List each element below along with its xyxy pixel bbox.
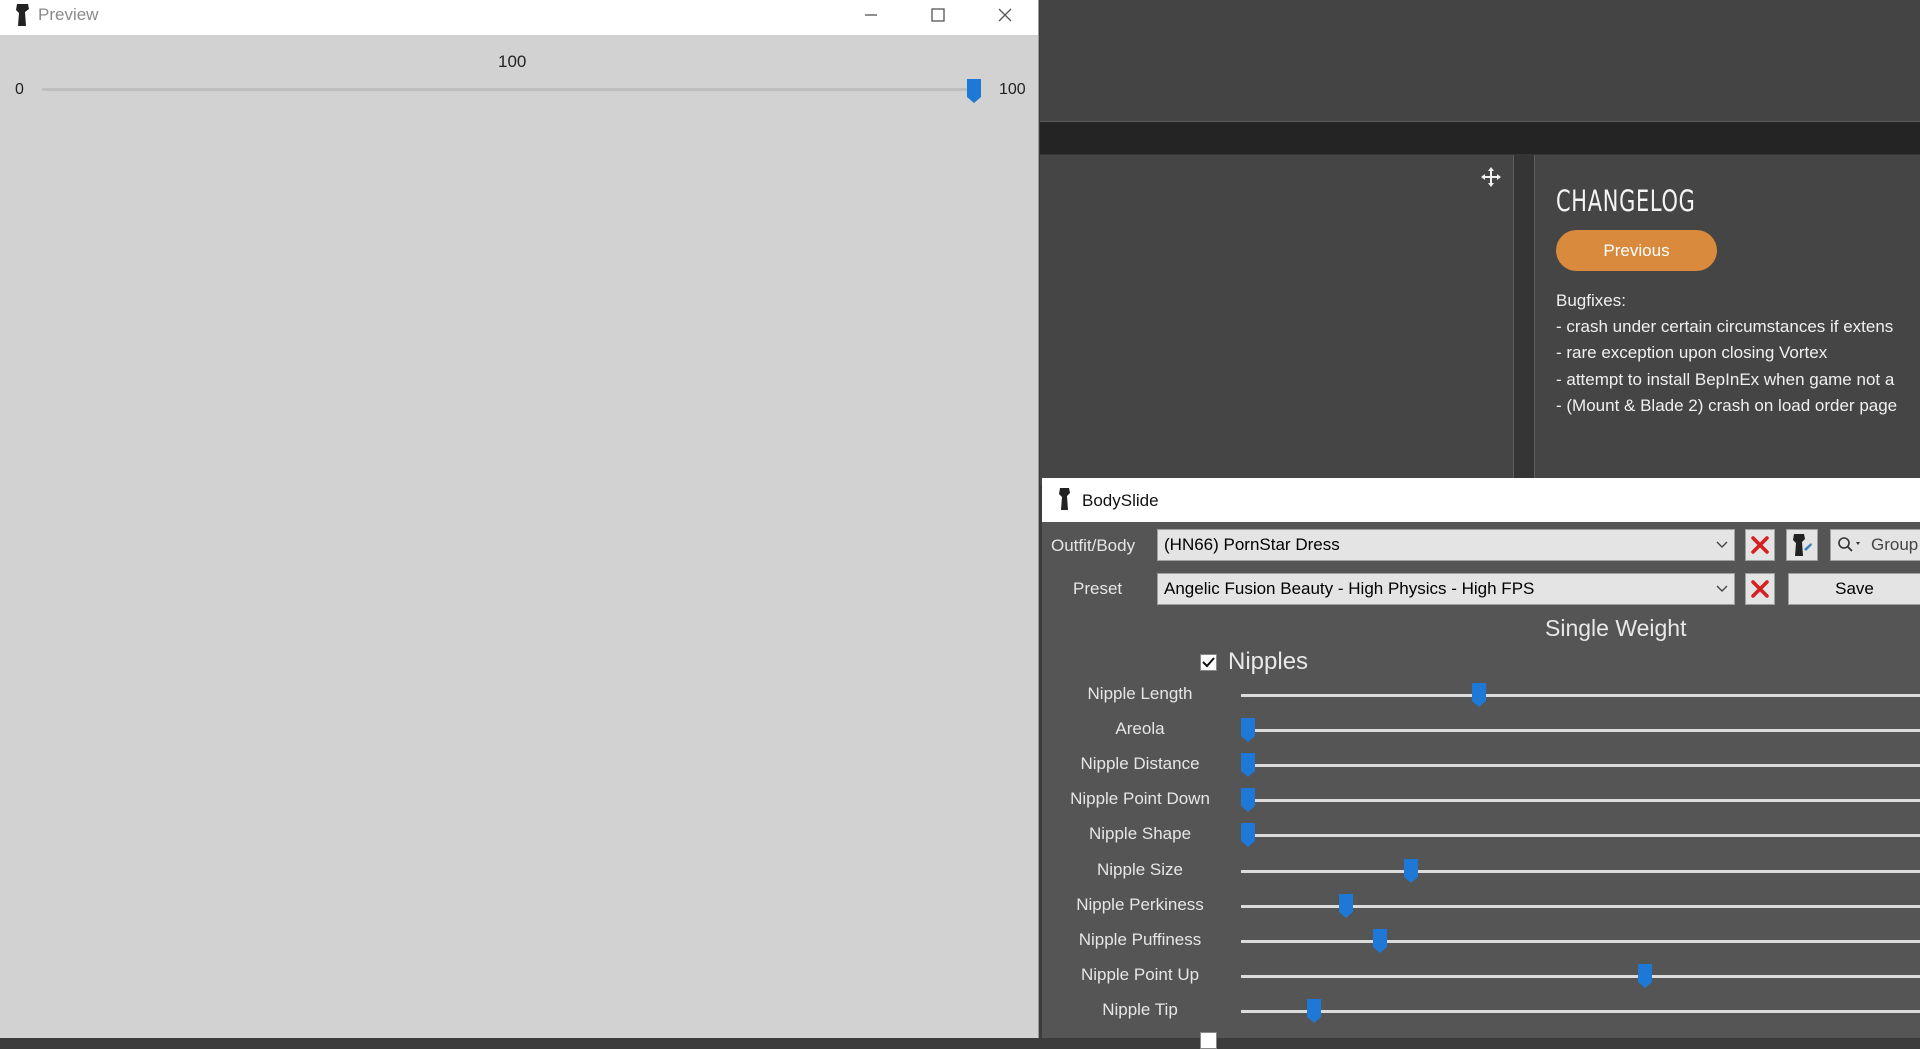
dashlet-panel: [1040, 155, 1514, 485]
slider-label: Nipple Point Down: [1070, 789, 1210, 809]
outfit-studio-icon: [1793, 534, 1812, 556]
preview-window: Preview 100 0 100: [0, 0, 1039, 1038]
slider-thumb[interactable]: [1240, 822, 1256, 848]
changelog-item: - (Mount & Blade 2) crash on load order …: [1556, 396, 1898, 415]
slider-thumb[interactable]: [1240, 752, 1256, 778]
slider-label: Areola: [1115, 719, 1165, 739]
search-icon: [1838, 537, 1860, 552]
checkmark-icon: [1202, 657, 1215, 668]
close-button[interactable]: [977, 0, 1033, 29]
red-x-icon: [1751, 536, 1769, 554]
changelog-section-title: Bugfixes:: [1556, 291, 1626, 310]
preset-select-value: Angelic Fusion Beauty - High Physics - H…: [1164, 579, 1535, 598]
preview-slider-min: 0: [15, 81, 24, 98]
slider-track[interactable]: [1241, 799, 1920, 803]
slider-thumb[interactable]: [1403, 858, 1419, 884]
minimize-button[interactable]: [843, 0, 899, 29]
preview-titlebar[interactable]: Preview: [0, 0, 1038, 36]
save-preset-button[interactable]: Save: [1788, 573, 1920, 605]
outfit-label: Outfit/Body: [1051, 536, 1136, 555]
outfit-studio-button[interactable]: [1786, 529, 1818, 561]
slider-thumb[interactable]: [1372, 928, 1388, 954]
preview-slider-thumb[interactable]: [966, 78, 982, 104]
slider-label: Nipple Shape: [1088, 824, 1192, 844]
group-filter[interactable]: Group: [1830, 529, 1920, 561]
slider-thumb[interactable]: [1471, 682, 1487, 708]
slider-track[interactable]: [1241, 834, 1920, 838]
changelog-item: - crash under certain circumstances if e…: [1556, 317, 1894, 336]
bodyslide-titlebar[interactable]: [1042, 478, 1920, 522]
weight-title: Single Weight: [1545, 615, 1687, 641]
move-icon[interactable]: [1480, 166, 1502, 188]
outfit-select-value: (HN66) PornStar Dress: [1164, 535, 1340, 554]
preview-title: Preview: [38, 5, 99, 24]
preview-slider-value: 100: [498, 52, 527, 71]
slider-thumb[interactable]: [1637, 963, 1653, 989]
previous-button[interactable]: Previous: [1556, 230, 1717, 271]
changelog-item: - attempt to install BepInEx when game n…: [1556, 370, 1895, 389]
slider-thumb[interactable]: [1338, 893, 1354, 919]
bodyslide-title: BodySlide: [1082, 491, 1159, 510]
group-filter-placeholder: Group: [1871, 535, 1919, 554]
next-category-checkbox[interactable]: [1200, 1032, 1217, 1049]
category-label: Nipples: [1228, 648, 1309, 675]
slider-label: Nipple Size: [1097, 859, 1183, 879]
chevron-down-icon: [1716, 585, 1728, 592]
preview-slider-track[interactable]: [42, 88, 974, 91]
changelog-item: - rare exception upon closing Vortex: [1556, 343, 1828, 362]
slider-track[interactable]: [1241, 764, 1920, 768]
changelog-heading: CHANGELOG: [1556, 184, 1696, 218]
maximize-button[interactable]: [910, 0, 966, 29]
nipples-category-checkbox[interactable]: [1200, 654, 1217, 671]
outfit-select[interactable]: (HN66) PornStar Dress: [1157, 529, 1735, 561]
slider-track[interactable]: [1241, 1009, 1920, 1013]
slider-label: Nipple Length: [1087, 684, 1193, 703]
slider-thumb[interactable]: [1240, 787, 1256, 813]
minimize-icon: [865, 13, 877, 16]
slider-label: Nipple Perkiness: [1076, 894, 1204, 914]
maximize-icon: [931, 7, 945, 22]
slider-track[interactable]: [1241, 729, 1920, 733]
preview-slider-max: 100: [999, 81, 1026, 98]
chevron-down-icon: [1716, 541, 1728, 548]
slider-label: Nipple Puffiness: [1078, 929, 1202, 949]
clear-preset-button[interactable]: [1745, 573, 1775, 605]
slider-label: Nipple Point Up: [1080, 964, 1200, 984]
slider-thumb[interactable]: [1306, 998, 1322, 1024]
slider-track[interactable]: [1241, 694, 1920, 697]
close-icon: [998, 8, 1012, 21]
clear-outfit-button[interactable]: [1745, 529, 1775, 561]
vortex-header: [1040, 0, 1920, 122]
slider-thumb[interactable]: [1240, 717, 1256, 743]
red-x-icon: [1751, 580, 1769, 598]
bodyslide-app-icon: [1059, 488, 1070, 510]
slider-track[interactable]: [1241, 974, 1920, 978]
slider-label: Nipple Tip: [1102, 999, 1178, 1019]
preset-select[interactable]: Angelic Fusion Beauty - High Physics - H…: [1157, 573, 1735, 605]
vortex-toolbar-strip: [1040, 122, 1920, 154]
preset-label: Preset: [1073, 579, 1123, 598]
slider-track[interactable]: [1241, 869, 1920, 873]
slider-label: Nipple Distance: [1080, 754, 1200, 774]
slider-track[interactable]: [1241, 939, 1920, 943]
bodyslide-app-icon: [16, 4, 29, 26]
